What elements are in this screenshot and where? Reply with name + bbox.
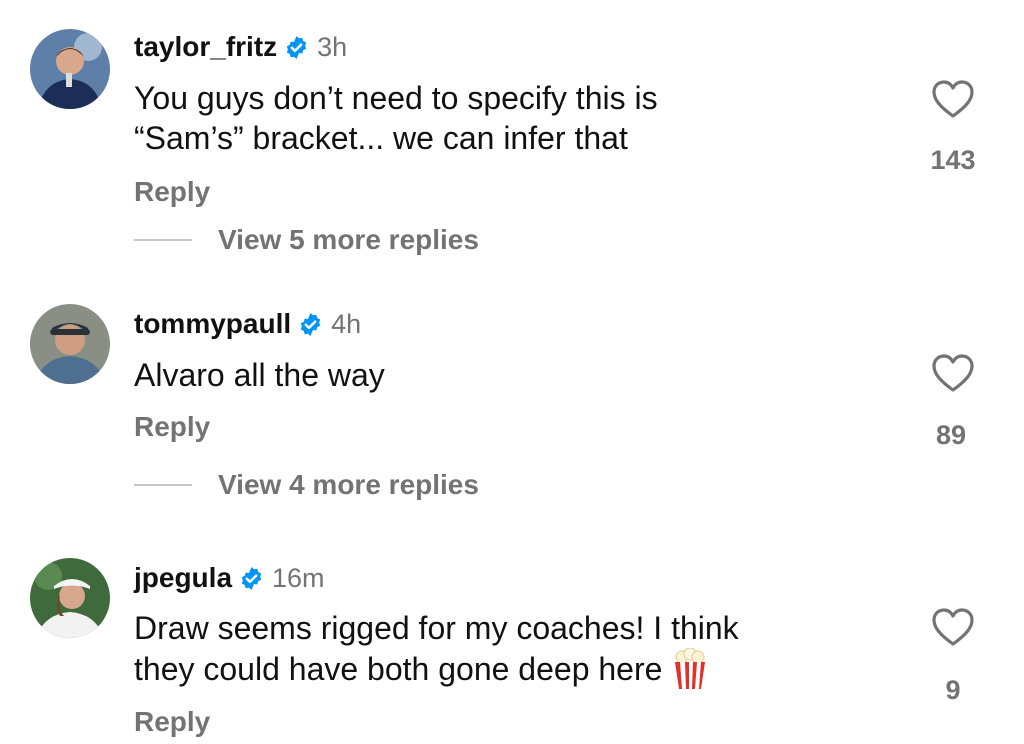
- avatar[interactable]: [30, 29, 110, 109]
- username[interactable]: tommypaull: [134, 308, 291, 340]
- like-count: 89: [935, 420, 967, 450]
- comment-text-line: Draw seems rigged for my coaches! I thin…: [134, 610, 739, 646]
- divider-line: [134, 484, 192, 486]
- like-count: 9: [945, 675, 961, 705]
- view-replies-button[interactable]: View 5 more replies: [134, 224, 479, 256]
- reply-button[interactable]: Reply: [134, 411, 210, 443]
- reply-button[interactable]: Reply: [134, 176, 210, 208]
- like-count: 143: [930, 145, 976, 175]
- comment-text: You guys don’t need to specify this is “…: [134, 78, 658, 158]
- popcorn-emoji-icon: [675, 648, 706, 689]
- verified-badge-icon: [241, 566, 262, 590]
- heart-icon[interactable]: [931, 79, 975, 119]
- comment-header: jpegula 16m: [134, 562, 325, 594]
- comment-text: Draw seems rigged for my coaches! I thin…: [134, 608, 739, 690]
- verified-badge-icon: [286, 35, 307, 59]
- view-replies-label: View 5 more replies: [218, 224, 479, 255]
- comment-text-line: Alvaro all the way: [134, 357, 385, 393]
- view-replies-label: View 4 more replies: [218, 469, 479, 500]
- timestamp: 4h: [331, 308, 362, 339]
- comment-text-line: You guys don’t need to specify this is: [134, 80, 658, 116]
- timestamp: 16m: [272, 562, 325, 593]
- reply-button[interactable]: Reply: [134, 706, 210, 738]
- comment-header: tommypaull 4h: [134, 308, 361, 340]
- avatar[interactable]: [30, 304, 110, 384]
- divider-line: [134, 239, 192, 241]
- comment-text: Alvaro all the way: [134, 355, 385, 395]
- username[interactable]: taylor_fritz: [134, 31, 277, 63]
- verified-badge-icon: [300, 312, 321, 336]
- comment-header: taylor_fritz 3h: [134, 31, 347, 63]
- comment-text-line: “Sam’s” bracket... we can infer that: [134, 120, 628, 156]
- heart-icon[interactable]: [931, 607, 975, 647]
- heart-icon[interactable]: [931, 353, 975, 393]
- comment-text-line: they could have both gone deep here: [134, 651, 663, 687]
- view-replies-button[interactable]: View 4 more replies: [134, 469, 479, 501]
- comment-text-line-wrap: they could have both gone deep here: [134, 648, 739, 690]
- timestamp: 3h: [317, 31, 348, 62]
- avatar[interactable]: [30, 558, 110, 638]
- username[interactable]: jpegula: [134, 562, 232, 594]
